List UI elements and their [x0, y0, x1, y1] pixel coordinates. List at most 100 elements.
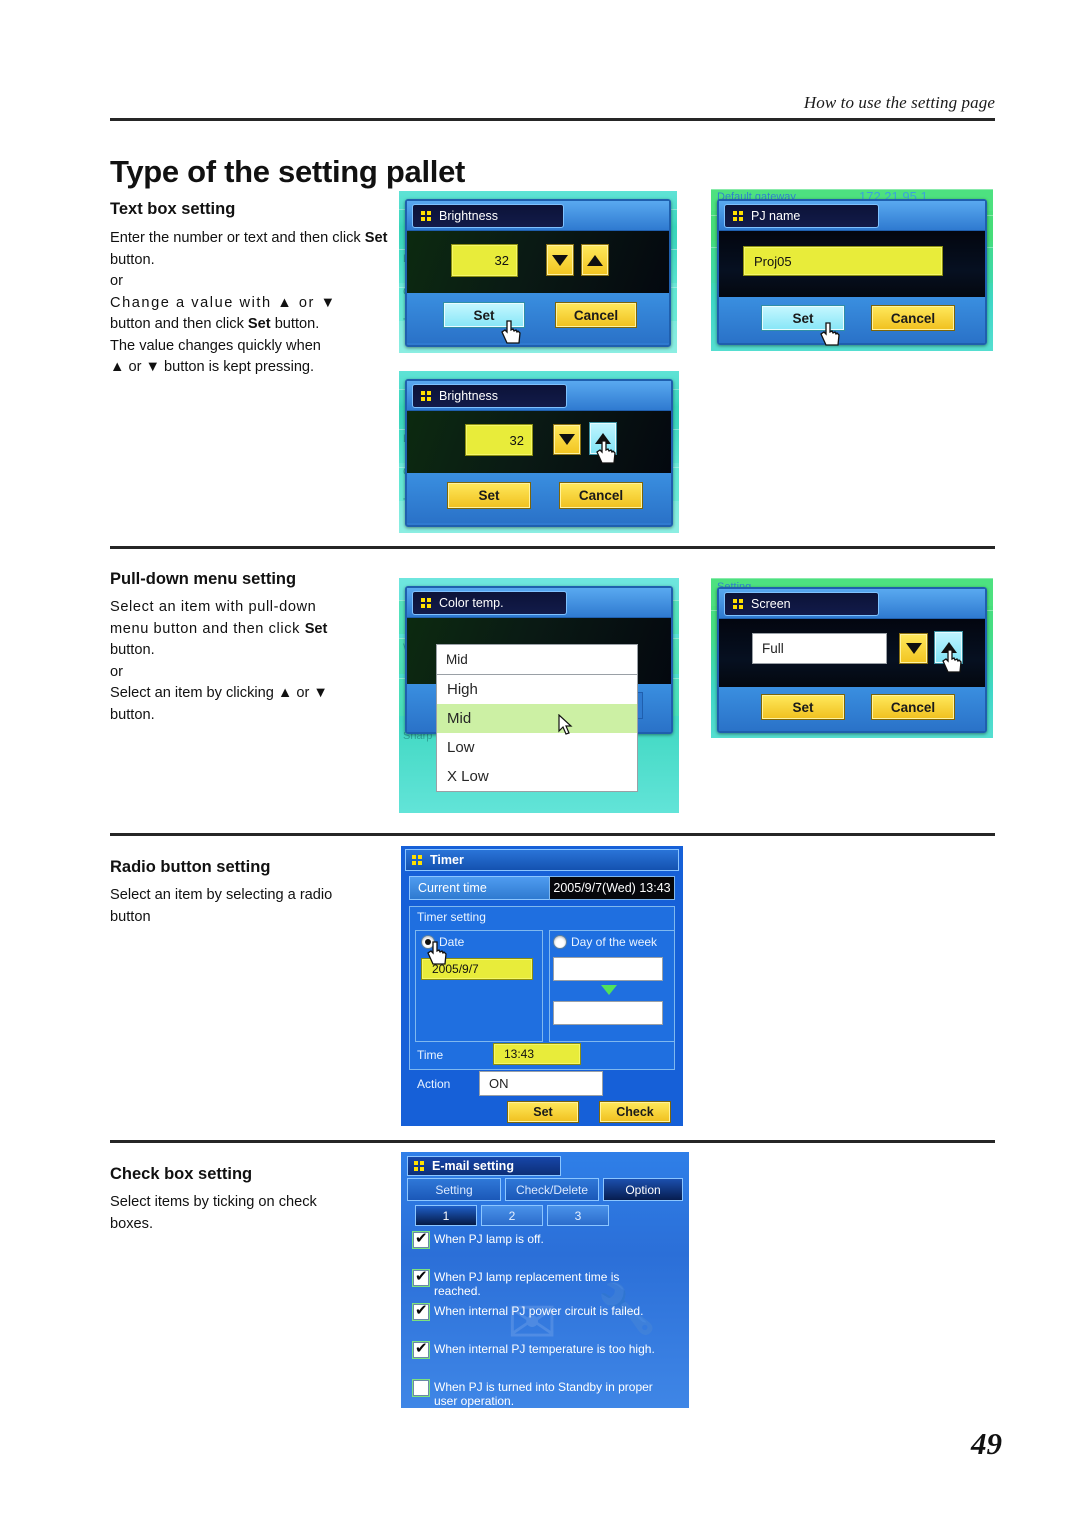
- cb-line-2: boxes.: [110, 1215, 153, 1232]
- timer-panel: Timer Current time 2005/9/7(Wed) 13:43 T…: [401, 846, 683, 1126]
- checkbox-lamp-off[interactable]: [413, 1230, 429, 1248]
- section-rule-1: [110, 546, 995, 549]
- dropdown-option-high[interactable]: High: [437, 675, 637, 704]
- pd-line-or: or: [110, 663, 123, 680]
- time-label: Time: [417, 1048, 444, 1062]
- screen-select[interactable]: Full: [752, 633, 887, 664]
- pallet-tab-pj-name[interactable]: PJ name: [724, 204, 879, 228]
- pallet-tab-color-temp[interactable]: Color temp.: [412, 591, 567, 615]
- checkbox-row[interactable]: When internal PJ power circuit is failed…: [413, 1302, 675, 1320]
- pallet-body: Full: [719, 619, 985, 687]
- subtab-2[interactable]: 2: [481, 1205, 543, 1226]
- manual-page: How to use the setting page Type of the …: [0, 0, 1080, 1527]
- brightness-value-field[interactable]: 32: [465, 424, 533, 456]
- checkbox-label: When internal PJ power circuit is failed…: [434, 1304, 644, 1318]
- tb-line-3: button.: [110, 251, 155, 268]
- dropdown-option-mid[interactable]: Mid: [437, 704, 637, 733]
- day-of-week-select-from[interactable]: [553, 957, 663, 981]
- page-number: 49: [971, 1426, 1002, 1461]
- email-panel: ✉ 🔧 E-mail setting Setting Check/Delete …: [401, 1152, 689, 1408]
- header-rule: [110, 118, 995, 121]
- pallet-body: 32: [407, 231, 669, 293]
- tb-line-1: Enter the number or text and then: [110, 230, 329, 246]
- setting-pallet: PJ name Proj05 Set Cancel: [717, 199, 987, 346]
- tab-check-delete[interactable]: Check/Delete: [505, 1178, 599, 1201]
- checkbox-row[interactable]: When PJ is turned into Standby in proper…: [413, 1380, 663, 1408]
- time-field[interactable]: 13:43: [493, 1043, 581, 1065]
- dropdown-option-low[interactable]: Low: [437, 733, 637, 762]
- tb-line-5: button.: [270, 316, 320, 332]
- color-temp-select[interactable]: Mid: [436, 644, 638, 675]
- grid-dots-icon: [733, 210, 744, 222]
- pallet-tabbar: Brightness: [407, 381, 671, 411]
- tb-set-kw-1: Set: [364, 230, 388, 246]
- grid-dots-icon: [421, 210, 432, 222]
- tab-option[interactable]: Option: [603, 1178, 683, 1201]
- day-of-week-select-to[interactable]: [553, 1001, 663, 1025]
- pallet-tab-label: Timer: [430, 853, 464, 867]
- action-label: Action: [417, 1077, 451, 1091]
- screenshot-screen: Setting R Screen Full Set Cancel: [711, 578, 993, 738]
- pallet-tab-email-setting[interactable]: E-mail setting: [407, 1156, 561, 1176]
- section-heading-radio-button: Radio button setting: [110, 858, 271, 876]
- checkbox-row[interactable]: When PJ lamp is off.: [413, 1230, 675, 1248]
- checkbox-label: When PJ lamp is off.: [434, 1232, 544, 1246]
- decrement-button[interactable]: [553, 424, 581, 455]
- cancel-button[interactable]: Cancel: [555, 302, 637, 328]
- screenshot-color-temp: White Sharp Color temp. Mid High Mid Low…: [399, 578, 679, 813]
- set-button[interactable]: Set: [507, 1101, 579, 1123]
- pallet-footer: Set Cancel: [719, 687, 985, 731]
- hand-cursor-icon: [941, 648, 963, 674]
- pj-name-field[interactable]: Proj05: [743, 246, 943, 276]
- pallet-tab-screen[interactable]: Screen: [724, 592, 879, 616]
- decrement-button[interactable]: [899, 633, 928, 664]
- pallet-tab-label: PJ name: [751, 209, 801, 223]
- pallet-tab-brightness[interactable]: Brightness: [412, 204, 564, 228]
- color-temp-dropdown-list[interactable]: High Mid Low X Low: [436, 675, 638, 792]
- tb-line-7: ▲ or ▼ button is kept pressing.: [110, 359, 315, 375]
- pallet-tab-timer[interactable]: Timer: [405, 849, 679, 871]
- cancel-button[interactable]: Cancel: [559, 482, 643, 509]
- dropdown-option-x-low[interactable]: X Low: [437, 762, 637, 791]
- triangle-down-icon: [552, 254, 568, 266]
- pallet-tabbar: Color temp.: [407, 588, 671, 618]
- checkbox-temperature-too-high[interactable]: [413, 1340, 429, 1358]
- timer-setting-label: Timer setting: [417, 910, 486, 924]
- checkbox-lamp-replacement[interactable]: [413, 1268, 429, 1286]
- cancel-button[interactable]: Cancel: [871, 694, 955, 720]
- grid-dots-icon: [421, 390, 432, 402]
- decrement-button[interactable]: [546, 244, 574, 276]
- screenshot-timer: Timer Current time 2005/9/7(Wed) 13:43 T…: [401, 846, 683, 1126]
- hand-cursor-icon: [595, 439, 617, 465]
- pd-line-1: Select an item with pull-down: [110, 599, 317, 615]
- checkbox-row[interactable]: When PJ lamp replacement time is reached…: [413, 1268, 663, 1298]
- checkbox-label: When PJ lamp replacement time is reached…: [434, 1270, 620, 1298]
- triangle-down-icon: [559, 434, 575, 445]
- pallet-tab-brightness[interactable]: Brightness: [412, 384, 567, 408]
- pallet-tabbar: PJ name: [719, 201, 985, 231]
- subtab-1[interactable]: 1: [415, 1205, 477, 1226]
- checkbox-standby[interactable]: [413, 1380, 429, 1396]
- setting-pallet: Screen Full Set Cancel: [717, 587, 987, 733]
- subtab-3[interactable]: 3: [547, 1205, 609, 1226]
- cancel-button[interactable]: Cancel: [871, 305, 955, 331]
- brightness-value-field[interactable]: 32: [451, 244, 518, 277]
- pallet-tab-label: E-mail setting: [432, 1159, 514, 1173]
- checkbox-row[interactable]: When internal PJ temperature is too high…: [413, 1340, 675, 1358]
- cb-line-1: Select items by ticking on check: [110, 1194, 317, 1210]
- increment-button[interactable]: [581, 244, 609, 276]
- set-button[interactable]: Set: [447, 482, 531, 509]
- hand-cursor-icon: [426, 940, 448, 966]
- action-select[interactable]: ON: [479, 1071, 603, 1096]
- radio-day-of-week[interactable]: [553, 935, 567, 949]
- set-button[interactable]: Set: [761, 694, 845, 720]
- pd-line-4: Select an item by clicking ▲ or ▼: [110, 685, 328, 701]
- running-head: How to use the setting page: [803, 93, 995, 112]
- tab-setting[interactable]: Setting: [407, 1178, 501, 1201]
- grid-dots-icon: [421, 597, 432, 609]
- triangle-up-icon: [587, 254, 603, 266]
- check-button[interactable]: Check: [599, 1101, 671, 1123]
- checkbox-power-circuit-failed[interactable]: [413, 1302, 429, 1320]
- checkbox-label: When internal PJ temperature is too high…: [434, 1342, 655, 1356]
- pallet-tab-label: Color temp.: [439, 596, 504, 610]
